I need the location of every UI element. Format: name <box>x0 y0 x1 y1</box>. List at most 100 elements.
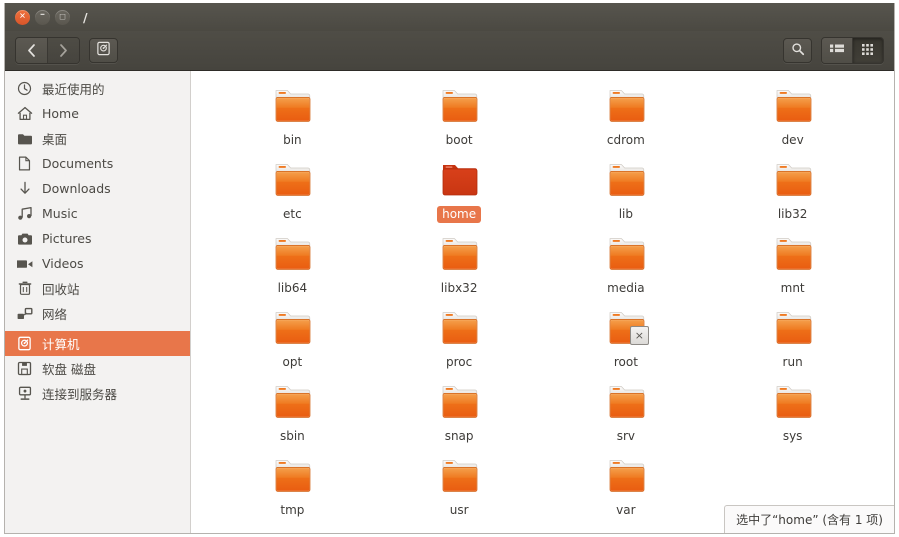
folder-icon <box>435 85 483 129</box>
sidebar-item-软盘-磁盘[interactable]: 软盘 磁盘 <box>5 356 190 381</box>
download-icon <box>16 180 33 197</box>
file-name-label: var <box>616 503 636 517</box>
sidebar-item-videos[interactable]: Videos <box>5 251 190 276</box>
folder-icon <box>268 159 316 203</box>
file-item[interactable]: sys <box>709 377 876 445</box>
file-item[interactable]: var <box>543 451 710 519</box>
computer-icon <box>96 41 111 60</box>
file-item[interactable]: proc <box>376 303 543 371</box>
file-name-label: snap <box>444 429 474 443</box>
sidebar-item-pictures[interactable]: Pictures <box>5 226 190 251</box>
file-item[interactable]: snap <box>376 377 543 445</box>
folder-icon <box>268 455 316 499</box>
back-button[interactable] <box>16 38 47 63</box>
folder-icon <box>769 381 817 425</box>
toolbar-left-group <box>15 37 118 64</box>
computer-icon <box>16 335 33 352</box>
file-name-label: opt <box>282 355 303 369</box>
trash-icon <box>16 280 33 297</box>
file-name-label: lib32 <box>777 207 808 221</box>
sidebar-item-label: Pictures <box>42 231 92 246</box>
grid-view-button[interactable] <box>852 38 883 63</box>
sidebar: 最近使用的 Home 桌面 Documents Downloads Music Pictur… <box>5 71 191 533</box>
list-view-button[interactable] <box>822 38 852 63</box>
video-icon <box>16 255 33 272</box>
file-item[interactable]: lib32 <box>709 155 876 223</box>
clock-icon <box>16 80 33 97</box>
file-name-label: media <box>607 281 645 295</box>
sidebar-item-documents[interactable]: Documents <box>5 151 190 176</box>
file-manager-window: ✕ – □ / 最近使用的 Home 桌面 Documents Download… <box>4 3 895 534</box>
minimize-button[interactable]: – <box>35 9 50 25</box>
sidebar-item-label: 桌面 <box>42 132 68 147</box>
file-item[interactable]: libx32 <box>376 229 543 297</box>
maximize-button[interactable]: □ <box>55 9 70 25</box>
chevron-right-icon <box>59 44 68 57</box>
sidebar-item-label: Downloads <box>42 181 111 196</box>
forward-button[interactable] <box>47 38 79 63</box>
file-name-label: dev <box>781 133 804 147</box>
sidebar-item-网络[interactable]: 网络 <box>5 301 190 326</box>
file-item[interactable]: usr <box>376 451 543 519</box>
sidebar-item-计算机[interactable]: 计算机 <box>5 331 190 356</box>
folder-icon <box>602 455 650 499</box>
close-button[interactable]: ✕ <box>15 9 30 25</box>
file-item[interactable]: × root <box>543 303 710 371</box>
document-icon <box>16 155 33 172</box>
list-view-icon <box>830 41 844 60</box>
file-item[interactable]: bin <box>209 81 376 149</box>
file-item[interactable]: run <box>709 303 876 371</box>
file-name-label: lib64 <box>277 281 308 295</box>
file-item[interactable]: lib64 <box>209 229 376 297</box>
folder-icon <box>602 159 650 203</box>
file-item[interactable]: tmp <box>209 451 376 519</box>
file-item[interactable]: boot <box>376 81 543 149</box>
sidebar-item-label: 网络 <box>42 307 68 322</box>
folder-icon <box>16 130 33 147</box>
folder-icon <box>769 233 817 277</box>
sidebar-item-连接到服务器[interactable]: 连接到服务器 <box>5 381 190 406</box>
search-icon <box>791 41 805 60</box>
floppy-icon <box>16 360 33 377</box>
file-name-label: lib <box>618 207 634 221</box>
folder-icon <box>268 381 316 425</box>
file-name-label: home <box>437 206 482 223</box>
file-item[interactable]: dev <box>709 81 876 149</box>
sidebar-item-downloads[interactable]: Downloads <box>5 176 190 201</box>
file-item[interactable]: media <box>543 229 710 297</box>
folder-icon <box>268 233 316 277</box>
file-item[interactable]: mnt <box>709 229 876 297</box>
sidebar-item-music[interactable]: Music <box>5 201 190 226</box>
file-view[interactable]: bin boot cdrom dev etc home lib lib32 lib64 libx3… <box>191 71 894 533</box>
navigation-buttons <box>15 37 80 64</box>
folder-icon <box>268 307 316 351</box>
sidebar-item-最近使用的[interactable]: 最近使用的 <box>5 76 190 101</box>
folder-icon <box>435 233 483 277</box>
sidebar-item-label: 软盘 磁盘 <box>42 362 96 377</box>
folder-icon <box>602 233 650 277</box>
sidebar-item-home[interactable]: Home <box>5 101 190 126</box>
window-controls: ✕ – □ <box>15 9 70 25</box>
file-name-label: cdrom <box>606 133 645 147</box>
folder-icon <box>435 307 483 351</box>
computer-location-button[interactable] <box>89 38 118 63</box>
status-bar: 选中了“home” (含有 1 项) <box>724 505 894 533</box>
file-item[interactable]: srv <box>543 377 710 445</box>
file-item[interactable]: sbin <box>209 377 376 445</box>
sidebar-item-桌面[interactable]: 桌面 <box>5 126 190 151</box>
titlebar: ✕ – □ / <box>5 3 894 31</box>
file-item[interactable]: home <box>376 155 543 223</box>
file-item[interactable]: cdrom <box>543 81 710 149</box>
file-name-label: boot <box>445 133 473 147</box>
search-button[interactable] <box>783 38 812 63</box>
file-item[interactable]: opt <box>209 303 376 371</box>
sidebar-item-回收站[interactable]: 回收站 <box>5 276 190 301</box>
file-name-label: sys <box>782 429 803 443</box>
close-icon: ✕ <box>19 11 26 21</box>
toolbar-right-group <box>783 37 884 64</box>
maximize-icon: □ <box>59 12 66 20</box>
folder-icon <box>268 85 316 129</box>
file-item[interactable]: lib <box>543 155 710 223</box>
sidebar-item-label: 回收站 <box>42 282 80 297</box>
file-item[interactable]: etc <box>209 155 376 223</box>
